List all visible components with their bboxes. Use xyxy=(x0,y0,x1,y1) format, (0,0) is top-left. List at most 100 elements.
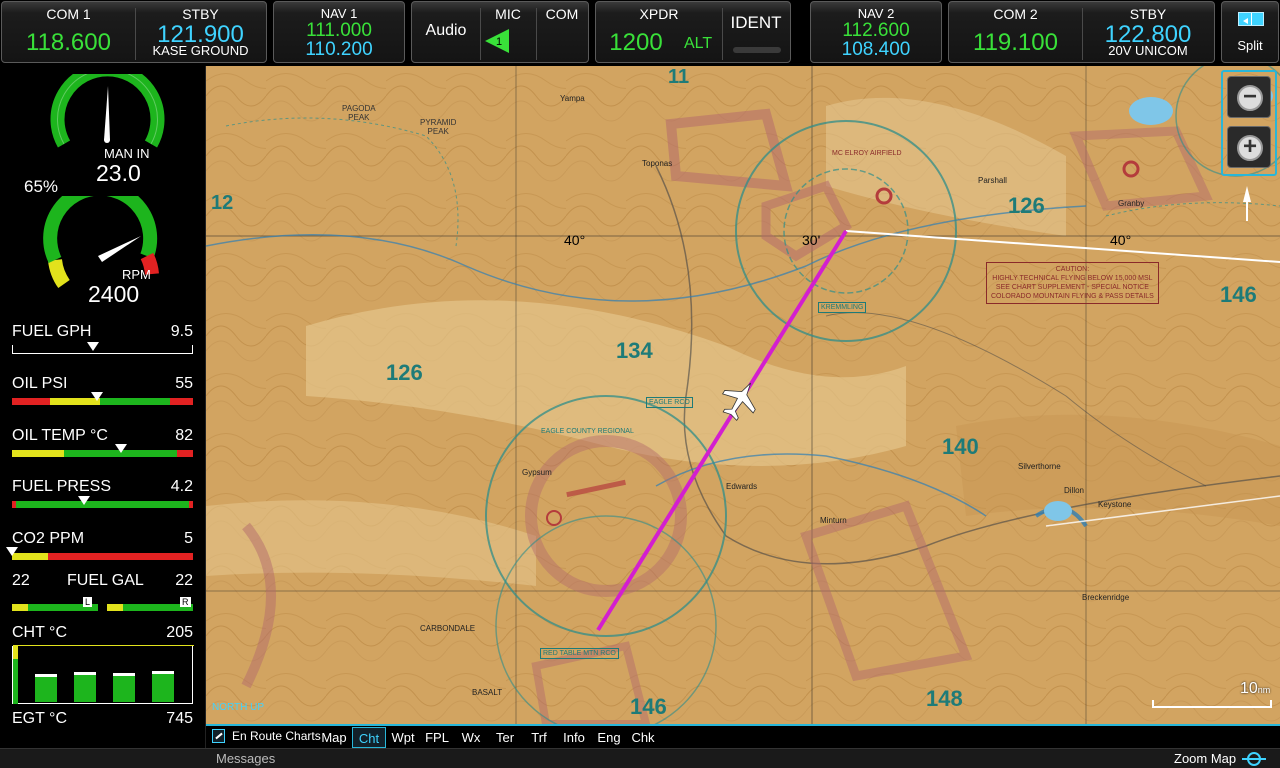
nav1-stby-freq: 110.200 xyxy=(305,39,373,60)
sectional-map[interactable]: 12 126 134 126 146 140 146 148 11 40° 30… xyxy=(206,66,1280,724)
fuel-gph-pointer xyxy=(87,342,100,351)
nav1-key[interactable]: NAV 1 111.000 110.200 xyxy=(273,1,405,63)
co2-ppm-bar xyxy=(12,553,193,560)
knob-icon xyxy=(1242,752,1266,766)
minus-icon: − xyxy=(1237,85,1263,111)
plus-icon: + xyxy=(1237,135,1263,161)
map-town-label: Parshall xyxy=(978,176,1007,185)
map-scale-bar xyxy=(1152,700,1272,708)
oil-temp-pointer xyxy=(114,444,127,453)
fuel-press-value: 4.2 xyxy=(170,478,193,495)
fuel-gph-value: 9.5 xyxy=(170,323,193,340)
messages-button[interactable]: Messages xyxy=(216,751,275,766)
split-screen-icon xyxy=(1238,12,1264,26)
fuel-press-label: FUEL PRESS xyxy=(12,478,111,495)
cyl1-bar xyxy=(35,674,57,702)
egt-label: EGT °C xyxy=(12,710,67,727)
tab-info[interactable]: Info xyxy=(556,727,592,748)
cht-value: 205 xyxy=(166,624,193,641)
egt-value: 745 xyxy=(166,710,193,727)
map-mef-label: 134 xyxy=(616,338,653,363)
nav2-label: NAV 2 xyxy=(857,6,895,21)
nav1-label: NAV 1 xyxy=(320,6,358,21)
rpm-label: RPM xyxy=(122,267,151,282)
message-bar: Messages Zoom Map xyxy=(0,748,1280,768)
ident-button[interactable]: IDENT xyxy=(722,13,790,33)
tab-fpl[interactable]: FPL xyxy=(420,727,454,748)
com2-active-freq: 119.100 xyxy=(973,29,1058,56)
zoom-in-button[interactable]: + xyxy=(1227,126,1271,168)
map-mef-label: 140 xyxy=(942,434,979,459)
fuel-right-marker: R xyxy=(180,597,191,607)
fuel-gal-left-value: 22 xyxy=(12,572,30,589)
tab-trf[interactable]: Trf xyxy=(522,727,556,748)
com2-label: COM 2 xyxy=(993,6,1038,22)
man-in-value: 23.0 xyxy=(96,160,141,186)
com1-label: COM 1 xyxy=(46,6,91,22)
engine-panel: MAN IN 23.0 65% RPM 2400 FUEL GPH 9.5 OI… xyxy=(0,66,206,748)
map-town-label: Gypsum xyxy=(522,468,552,477)
com2-key[interactable]: COM 2 119.100 STBY 122.800 20V UNICOM xyxy=(948,1,1215,63)
chart-type-label: En Route Charts xyxy=(232,729,321,743)
xpdr-label: XPDR xyxy=(639,6,679,22)
tab-map[interactable]: Map xyxy=(316,727,352,748)
map-latitude-label: 40° xyxy=(1110,232,1132,248)
map-town-label: Keystone xyxy=(1098,500,1132,509)
map-navaid-label: EAGLE RCO xyxy=(646,397,693,408)
com1-key[interactable]: COM 1 118.600 STBY 121.900 KASE GROUND xyxy=(1,1,267,63)
com1-active-freq: 118.600 xyxy=(26,29,111,56)
map-orientation-label: NORTH UP xyxy=(212,702,265,713)
tab-wpt[interactable]: Wpt xyxy=(386,727,420,748)
co2-ppm-pointer xyxy=(6,547,18,556)
tab-chk[interactable]: Chk xyxy=(626,727,660,748)
map-caution-notice: CAUTION: HIGHLY TECHNICAL FLYING BELOW 1… xyxy=(986,262,1159,304)
split-button[interactable]: Split xyxy=(1221,1,1279,63)
tab-ter[interactable]: Ter xyxy=(488,727,522,748)
com-select-button[interactable]: COM xyxy=(536,6,588,22)
zoom-out-button[interactable]: − xyxy=(1227,76,1271,118)
mic-label[interactable]: MIC xyxy=(480,6,536,22)
tab-cht[interactable]: Cht xyxy=(352,727,386,748)
xpdr-mode: ALT xyxy=(684,35,713,52)
map-town-label: Edwards xyxy=(726,482,758,491)
fuel-press-pointer xyxy=(78,496,91,505)
audio-button[interactable]: Audio xyxy=(412,22,480,40)
audio-panel-key: Audio MIC 1 COM xyxy=(411,1,589,63)
map-town-label: Silverthorne xyxy=(1018,462,1061,471)
map-town-label: Toponas xyxy=(642,159,673,168)
cht-label: CHT °C xyxy=(12,624,67,641)
oil-psi-value: 55 xyxy=(175,375,193,392)
map-airport-label: MC ELROY AIRFIELD xyxy=(832,150,902,157)
map-mef-label: 126 xyxy=(1008,193,1045,218)
map-town-label: Dillon xyxy=(1064,486,1085,495)
fuel-gal-right-value: 22 xyxy=(175,572,193,589)
cyl2-bar xyxy=(74,672,96,702)
map-peak-label: PAGODA PEAK xyxy=(342,104,376,122)
com2-stby-label: STBY xyxy=(1129,6,1167,22)
map-peak-label: PYRAMID PEAK xyxy=(420,118,457,136)
map-town-label: BASALT xyxy=(472,688,503,697)
map-zoom-controls: − + xyxy=(1221,70,1277,176)
xpdr-code: 1200 xyxy=(609,29,663,56)
xpdr-key[interactable]: XPDR 1200 ALT IDENT xyxy=(595,1,791,63)
fuel-press-bar xyxy=(12,501,193,508)
com1-stby-name: KASE GROUND xyxy=(152,43,249,58)
split-label: Split xyxy=(1237,38,1263,53)
map-mef-label: 12 xyxy=(211,192,234,214)
chart-icon xyxy=(212,729,225,743)
map-navaid-label: RED TABLE MTN RCO xyxy=(540,648,619,659)
tab-wx[interactable]: Wx xyxy=(454,727,488,748)
nav2-key[interactable]: NAV 2 112.600 108.400 xyxy=(810,1,942,63)
co2-ppm-label: CO2 PPM xyxy=(12,530,85,547)
co2-ppm-value: 5 xyxy=(184,530,193,547)
top-bar: COM 1 118.600 STBY 121.900 KASE GROUND N… xyxy=(0,0,1280,66)
ident-indicator xyxy=(733,47,781,53)
fuel-gal-label: FUEL GAL xyxy=(67,572,144,589)
tab-eng[interactable]: Eng xyxy=(592,727,626,748)
map-town-label: Yampa xyxy=(560,94,585,103)
cyl3-bar xyxy=(113,673,135,702)
fuel-gph-scale xyxy=(12,345,193,354)
zoom-map-label[interactable]: Zoom Map xyxy=(1174,751,1236,766)
oil-temp-label: OIL TEMP °C xyxy=(12,427,108,444)
map-airport-label: EAGLE COUNTY REGIONAL xyxy=(541,428,634,435)
